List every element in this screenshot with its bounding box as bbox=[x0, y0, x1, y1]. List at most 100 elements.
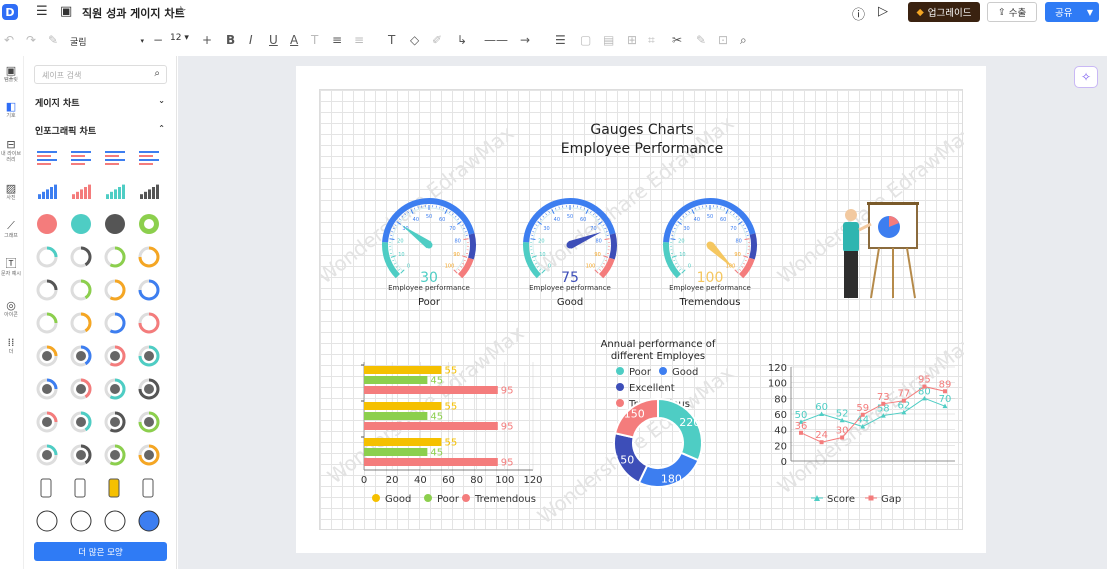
section-gauge-charts[interactable]: 게이지 차트 ⌄ bbox=[35, 96, 165, 109]
edit-icon[interactable]: ✎ bbox=[696, 33, 706, 47]
help-icon[interactable]: ⓘ bbox=[852, 4, 865, 23]
shape-thumbnail[interactable] bbox=[34, 343, 60, 369]
increase-font-icon[interactable]: + bbox=[202, 33, 212, 47]
shape-thumbnail[interactable] bbox=[68, 508, 94, 534]
shape-thumbnail[interactable] bbox=[68, 310, 94, 336]
shape-thumbnail[interactable] bbox=[68, 442, 94, 468]
rail-item-chart[interactable]: ⟋ 그래프 bbox=[0, 219, 22, 239]
drawing-grid[interactable]: Wondershare EdrawMax Wondershare EdrawMax… bbox=[313, 89, 979, 530]
save-icon[interactable]: ▣ bbox=[60, 4, 72, 19]
rail-item-symbol[interactable]: ◧ 기호 bbox=[0, 100, 22, 119]
shape-thumbnail[interactable] bbox=[34, 508, 60, 534]
fill-icon[interactable]: ◇ bbox=[410, 33, 419, 47]
shape-search-input[interactable]: 셰이프 검색 ⌕ bbox=[34, 65, 167, 84]
arrow-style-icon[interactable]: → bbox=[520, 33, 530, 47]
font-size-select[interactable]: 12 ▾ bbox=[170, 33, 189, 43]
underline-icon[interactable]: U bbox=[269, 33, 278, 47]
rail-item-library[interactable]: ⊟ 내 라이브러리 bbox=[0, 138, 22, 163]
line-spacing-icon[interactable]: ≡ bbox=[354, 33, 364, 47]
align-icon[interactable]: ≡ bbox=[332, 33, 342, 47]
shape-thumbnail[interactable] bbox=[68, 409, 94, 435]
decrease-font-icon[interactable]: − bbox=[153, 33, 163, 47]
shape-thumbnail[interactable] bbox=[136, 277, 162, 303]
format-painter-icon[interactable]: ✎ bbox=[48, 33, 58, 47]
shape-thumbnail[interactable] bbox=[102, 178, 128, 204]
more-shapes-button[interactable]: 더 많은 모양 bbox=[34, 542, 167, 561]
shape-thumbnail[interactable] bbox=[102, 343, 128, 369]
lock-icon[interactable]: ⊡ bbox=[718, 33, 728, 47]
shape-thumbnail[interactable] bbox=[102, 409, 128, 435]
shape-thumbnail[interactable] bbox=[34, 244, 60, 270]
play-icon[interactable]: ▷ bbox=[878, 4, 888, 19]
replace-shape-icon[interactable]: ✂ bbox=[672, 33, 682, 47]
shape-thumbnail[interactable] bbox=[102, 310, 128, 336]
shape-thumbnail[interactable] bbox=[136, 475, 162, 501]
shape-thumbnail[interactable] bbox=[34, 475, 60, 501]
shape-thumbnail[interactable] bbox=[34, 178, 60, 204]
pen-icon[interactable]: ✐ bbox=[432, 33, 442, 47]
shape-thumbnail[interactable] bbox=[102, 145, 128, 171]
shape-thumbnail[interactable] bbox=[102, 211, 128, 237]
text-tool-icon[interactable]: T bbox=[388, 33, 395, 47]
shape-thumbnail[interactable] bbox=[68, 475, 94, 501]
shape-thumbnail[interactable] bbox=[34, 310, 60, 336]
shape-thumbnail[interactable] bbox=[102, 508, 128, 534]
shape-thumbnail[interactable] bbox=[34, 409, 60, 435]
crop-icon[interactable]: ⌗ bbox=[648, 33, 655, 48]
shape-thumbnail[interactable] bbox=[68, 211, 94, 237]
find-replace-icon[interactable]: ⌕ bbox=[740, 33, 747, 48]
group-icon[interactable]: ▢ bbox=[580, 33, 591, 47]
app-logo-icon[interactable]: D bbox=[2, 4, 18, 20]
shape-thumbnail[interactable] bbox=[136, 310, 162, 336]
shape-thumbnail[interactable] bbox=[34, 277, 60, 303]
export-button[interactable]: ⇪ 수출 bbox=[987, 2, 1037, 22]
shape-thumbnail[interactable] bbox=[68, 244, 94, 270]
redo-icon[interactable]: ↷ bbox=[26, 33, 36, 47]
rail-item-icons[interactable]: ◎ 아이콘 bbox=[0, 299, 22, 318]
undo-icon[interactable]: ↶ bbox=[4, 33, 14, 47]
shape-thumbnail[interactable] bbox=[68, 376, 94, 402]
shape-thumbnail[interactable] bbox=[102, 244, 128, 270]
star-icon[interactable]: ☆ bbox=[175, 4, 187, 19]
search-icon[interactable]: ⌕ bbox=[154, 68, 160, 79]
rail-item-image[interactable]: ▨ 사진 bbox=[0, 182, 22, 201]
rail-item-more[interactable]: ⁞⁞ 더 bbox=[0, 336, 22, 355]
shape-thumbnail[interactable] bbox=[136, 178, 162, 204]
line-weight-icon[interactable]: ☰ bbox=[555, 33, 566, 47]
shape-thumbnail[interactable] bbox=[102, 475, 128, 501]
shape-thumbnail[interactable] bbox=[136, 211, 162, 237]
share-button[interactable]: 공유 ▼ bbox=[1045, 2, 1099, 22]
shape-thumbnail[interactable] bbox=[34, 376, 60, 402]
shape-thumbnail[interactable] bbox=[136, 145, 162, 171]
section-infographic-charts[interactable]: 인포그래픽 차트 ⌃ bbox=[35, 124, 165, 137]
font-family-select[interactable]: 굴림 ▾ bbox=[70, 33, 144, 49]
shape-thumbnail[interactable] bbox=[68, 277, 94, 303]
align-objects-icon[interactable]: ⊞ bbox=[627, 33, 637, 47]
connector-icon[interactable]: ↳ bbox=[457, 33, 467, 47]
clear-format-icon[interactable]: T bbox=[311, 33, 318, 47]
rail-item-text[interactable]: 🅃 문자 예시 bbox=[0, 255, 22, 277]
bold-icon[interactable]: B bbox=[226, 33, 235, 47]
shape-thumbnail[interactable] bbox=[136, 442, 162, 468]
ai-assistant-button[interactable]: ✧ bbox=[1074, 66, 1098, 88]
shape-thumbnail[interactable] bbox=[136, 343, 162, 369]
shape-thumbnail[interactable] bbox=[102, 376, 128, 402]
shape-thumbnail[interactable] bbox=[68, 178, 94, 204]
shape-thumbnail[interactable] bbox=[136, 376, 162, 402]
shape-thumbnail[interactable] bbox=[102, 277, 128, 303]
layer-icon[interactable]: ▤ bbox=[603, 33, 614, 47]
shape-thumbnail[interactable] bbox=[136, 409, 162, 435]
font-color-icon[interactable]: A bbox=[290, 33, 298, 47]
menu-icon[interactable]: ☰ bbox=[36, 4, 48, 19]
shape-thumbnail[interactable] bbox=[102, 442, 128, 468]
chevron-down-icon[interactable]: ▼ bbox=[1087, 8, 1093, 17]
shape-thumbnail[interactable] bbox=[34, 211, 60, 237]
document-title[interactable]: 직원 성과 게이지 차트 bbox=[82, 5, 185, 21]
shape-thumbnail[interactable] bbox=[136, 508, 162, 534]
shape-thumbnail[interactable] bbox=[34, 145, 60, 171]
line-style-icon[interactable]: —— bbox=[484, 33, 508, 47]
rail-item-template[interactable]: ▣ 템플릿 bbox=[0, 64, 22, 83]
shape-thumbnail[interactable] bbox=[136, 244, 162, 270]
shape-thumbnail[interactable] bbox=[34, 442, 60, 468]
shape-thumbnail[interactable] bbox=[68, 343, 94, 369]
